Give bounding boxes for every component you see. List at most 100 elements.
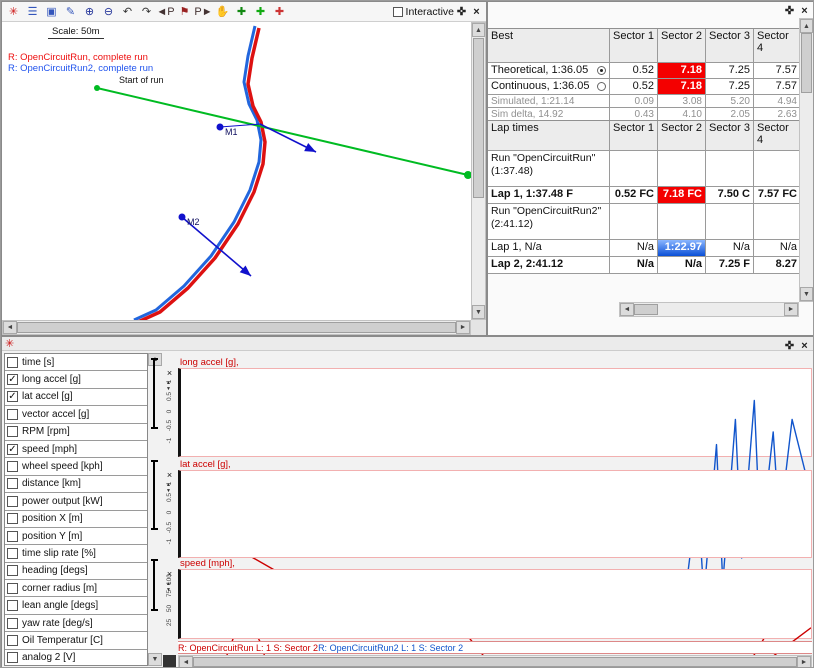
channel-row[interactable]: lean angle [degs] — [5, 597, 147, 614]
lap-cell[interactable]: N/a — [706, 240, 754, 257]
legend-icon[interactable]: ☰ — [23, 4, 42, 20]
table-vscrollbar[interactable]: ▲ ▼ — [799, 18, 814, 302]
move-panel-icon[interactable]: ✜ — [454, 4, 469, 19]
channel-row[interactable]: analog 2 [V] — [5, 650, 147, 666]
lap-cell[interactable]: 7.57 FC — [754, 187, 801, 204]
best-cell[interactable]: 7.18 — [658, 63, 706, 79]
channel-row[interactable]: yaw rate [deg/s] — [5, 615, 147, 632]
scroll-down-icon[interactable]: ▼ — [472, 305, 485, 319]
channel-checkbox[interactable] — [7, 600, 18, 611]
zoom-window-icon[interactable]: ▣ — [42, 4, 61, 20]
channel-row[interactable]: heading [degs] — [5, 563, 147, 580]
interactive-checkbox[interactable]: Interactive — [393, 6, 454, 18]
channel-row[interactable]: corner radius [m] — [5, 580, 147, 597]
close-panel-icon[interactable]: × — [469, 4, 484, 19]
graph-plot[interactable] — [178, 569, 812, 639]
channel-checkbox[interactable] — [7, 618, 18, 629]
run-label[interactable]: Run "OpenCircuitRun" (1:37.48) — [488, 151, 610, 187]
scrollbar-thumb[interactable] — [473, 38, 484, 198]
panel-options-icon[interactable]: ✳ — [5, 337, 14, 350]
close-panel-icon[interactable]: × — [797, 3, 812, 18]
best-cell[interactable]: 7.25 — [706, 79, 754, 95]
rotate-right-icon[interactable]: ↷ — [137, 4, 156, 20]
scroll-left-icon[interactable]: ◄ — [179, 656, 193, 668]
add-node-icon[interactable]: ✚ — [232, 4, 251, 20]
lap-cell[interactable]: N/a — [658, 257, 706, 274]
lap-row-label[interactable]: Lap 1, 1:37.48 F — [488, 187, 610, 204]
rotate-left-icon[interactable]: ↶ — [118, 4, 137, 20]
move-panel-icon[interactable]: ✜ — [782, 338, 797, 353]
channel-checkbox[interactable] — [7, 513, 18, 524]
scrollbar-thumb[interactable] — [193, 657, 797, 667]
prev-marker-icon[interactable]: ◄P — [156, 4, 175, 20]
scroll-right-icon[interactable]: ► — [797, 656, 811, 668]
best-row-label[interactable]: Continuous, 1:36.05 — [488, 79, 610, 95]
options-icon[interactable]: ✳ — [4, 4, 23, 20]
scroll-down-icon[interactable]: ▼ — [800, 287, 813, 301]
best-row-label[interactable]: Theoretical, 1:36.05 — [488, 63, 610, 79]
best-cell[interactable]: 7.25 — [706, 63, 754, 79]
channel-checkbox[interactable]: ✓ — [7, 374, 18, 385]
graph-zoom-bar[interactable] — [151, 358, 158, 429]
best-row-radio[interactable] — [597, 82, 606, 91]
channel-checkbox[interactable] — [7, 652, 18, 663]
graph-zoom-bar[interactable] — [151, 460, 158, 530]
interactive-checkbox-box[interactable] — [393, 7, 403, 17]
scroll-down-icon[interactable]: ▼ — [148, 653, 162, 666]
best-row-label[interactable]: Simulated, 1:21.14 — [488, 95, 610, 108]
channel-row[interactable]: vector accel [g] — [5, 406, 147, 423]
channel-checkbox[interactable] — [7, 409, 18, 420]
channel-row[interactable]: Oil Temperatur [C] — [5, 632, 147, 649]
scroll-right-icon[interactable]: ► — [456, 321, 470, 334]
channel-checkbox[interactable] — [7, 531, 18, 542]
channel-row[interactable]: ✓lat accel [g] — [5, 389, 147, 406]
lap-cell[interactable]: 1:22.97 — [658, 240, 706, 257]
channel-row[interactable]: distance [km] — [5, 476, 147, 493]
marker-flag-icon[interactable]: ⚑ — [175, 4, 194, 20]
lap-row-label[interactable]: Lap 1, N/a — [488, 240, 610, 257]
lap-cell[interactable]: N/a — [610, 240, 658, 257]
channel-row[interactable]: time slip rate [%] — [5, 545, 147, 562]
channel-row[interactable]: wheel speed [kph] — [5, 458, 147, 475]
scroll-up-icon[interactable]: ▲ — [800, 19, 813, 33]
lap-cell[interactable]: 7.18 FC — [658, 187, 706, 204]
channel-checkbox[interactable] — [7, 357, 18, 368]
channel-checkbox[interactable] — [7, 478, 18, 489]
edit-icon[interactable]: ✎ — [61, 4, 80, 20]
map-vscrollbar[interactable]: ▲ ▼ — [471, 22, 486, 320]
channel-row[interactable]: power output [kW] — [5, 493, 147, 510]
best-cell[interactable]: 5.20 — [706, 95, 754, 108]
channel-row[interactable]: ✓speed [mph] — [5, 441, 147, 458]
channel-checkbox[interactable] — [7, 426, 18, 437]
graph-plot[interactable] — [178, 368, 812, 457]
best-cell[interactable]: 3.08 — [658, 95, 706, 108]
scroll-left-icon[interactable]: ◄ — [620, 303, 634, 316]
scrollbar-thumb[interactable] — [17, 322, 456, 333]
scroll-right-icon[interactable]: ► — [784, 303, 798, 316]
track-map[interactable]: M1M2Start of run Scale: 50m R: OpenCircu… — [2, 22, 471, 320]
lap-cell[interactable]: N/a — [610, 257, 658, 274]
best-cell[interactable]: 4.94 — [754, 95, 801, 108]
pan-hand-icon[interactable]: ✋ — [213, 4, 232, 20]
lap-cell[interactable]: 7.50 C — [706, 187, 754, 204]
scrollbar-thumb[interactable] — [801, 33, 812, 93]
graph-plot[interactable] — [178, 470, 812, 558]
lap-cell[interactable]: N/a — [754, 240, 801, 257]
best-cell[interactable]: 7.18 — [658, 79, 706, 95]
channel-checkbox[interactable] — [7, 461, 18, 472]
channel-checkbox[interactable] — [7, 565, 18, 576]
lap-cell[interactable]: 7.25 F — [706, 257, 754, 274]
best-cell[interactable]: 0.52 — [610, 63, 658, 79]
channel-row[interactable]: position X [m] — [5, 511, 147, 528]
channel-checkbox[interactable] — [7, 635, 18, 646]
channel-checkbox[interactable] — [7, 496, 18, 507]
best-cell[interactable]: 7.57 — [754, 63, 801, 79]
scroll-up-icon[interactable]: ▲ — [472, 23, 485, 37]
channel-checkbox[interactable] — [7, 548, 18, 559]
graph-hscrollbar[interactable]: ◄ ► — [178, 655, 812, 668]
move-panel-icon[interactable]: ✜ — [782, 3, 797, 18]
scroll-left-icon[interactable]: ◄ — [3, 321, 17, 334]
run-label[interactable]: Run "OpenCircuitRun2" (2:41.12) — [488, 204, 610, 240]
channel-row[interactable]: RPM [rpm] — [5, 424, 147, 441]
channel-checkbox[interactable]: ✓ — [7, 391, 18, 402]
